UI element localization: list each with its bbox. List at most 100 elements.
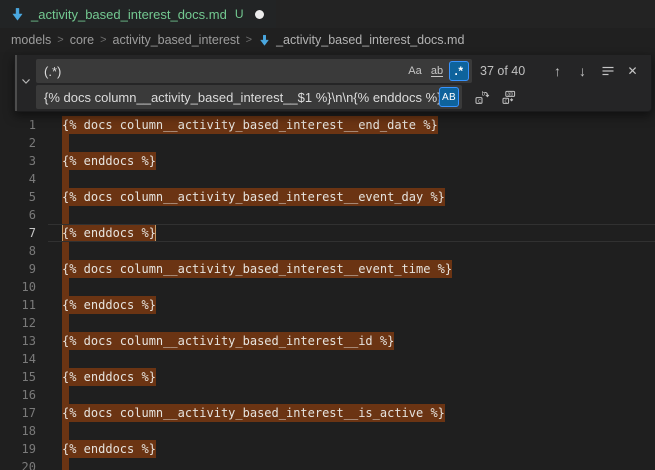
replace-value: {% docs column__activity_based_interest_… bbox=[44, 90, 439, 105]
replace-all-icon: abc bbox=[501, 89, 517, 105]
code-line-current[interactable]: 7 {% enddocs %} bbox=[0, 224, 655, 242]
code-line[interactable]: 15 {% enddocs %} bbox=[0, 368, 655, 386]
markdown-file-icon bbox=[258, 34, 271, 47]
line-number: 7 bbox=[0, 224, 36, 242]
code-line[interactable]: 5 {% docs column__activity_based_interes… bbox=[0, 188, 655, 206]
line-number: 19 bbox=[0, 440, 36, 458]
tab-filename: _activity_based_interest_docs.md bbox=[31, 7, 227, 22]
find-query: (.*) bbox=[44, 64, 405, 79]
find-match: {% enddocs %} bbox=[62, 440, 156, 458]
code-line[interactable]: 8 bbox=[0, 242, 655, 260]
code-line[interactable]: 2 bbox=[0, 134, 655, 152]
breadcrumb-filename: _activity_based_interest_docs.md bbox=[276, 33, 464, 47]
replace-all-button[interactable]: abc bbox=[498, 87, 519, 108]
code-line[interactable]: 10 bbox=[0, 278, 655, 296]
line-number: 5 bbox=[0, 188, 36, 206]
find-match: {% docs column__activity_based_interest_… bbox=[62, 260, 452, 278]
find-match bbox=[62, 242, 69, 260]
find-match: {% docs column__activity_based_interest_… bbox=[62, 116, 438, 134]
next-match-button[interactable]: ↓ bbox=[572, 61, 593, 82]
find-match: {% docs column__activity_based_interest_… bbox=[62, 188, 445, 206]
find-match: {% docs column__activity_based_interest_… bbox=[62, 404, 445, 422]
line-number: 1 bbox=[0, 116, 36, 134]
find-match: {% enddocs %} bbox=[62, 368, 156, 386]
find-match: {% enddocs %} bbox=[62, 296, 156, 314]
line-number: 9 bbox=[0, 260, 36, 278]
current-find-match: {% enddocs %} bbox=[62, 224, 156, 242]
breadcrumb: models > core > activity_based_interest … bbox=[0, 28, 655, 52]
svg-text:c: c bbox=[504, 99, 507, 105]
line-number: 20 bbox=[0, 458, 36, 470]
replace-input[interactable]: {% docs column__activity_based_interest_… bbox=[36, 85, 462, 109]
code-line[interactable]: 16 bbox=[0, 386, 655, 404]
line-number: 12 bbox=[0, 314, 36, 332]
tab-activity-docs[interactable]: _activity_based_interest_docs.md U bbox=[0, 0, 276, 28]
breadcrumb-models[interactable]: models bbox=[11, 33, 51, 47]
vscode-window: _activity_based_interest_docs.md U model… bbox=[0, 0, 655, 470]
find-match: {% docs column__activity_based_interest_… bbox=[62, 332, 394, 350]
code-line[interactable]: 1 {% docs column__activity_based_interes… bbox=[0, 116, 655, 134]
find-in-selection-icon bbox=[600, 63, 616, 79]
line-number: 2 bbox=[0, 134, 36, 152]
chevron-right-icon: > bbox=[94, 34, 112, 46]
code-line[interactable]: 4 bbox=[0, 170, 655, 188]
code-line[interactable]: 9 {% docs column__activity_based_interes… bbox=[0, 260, 655, 278]
line-number: 18 bbox=[0, 422, 36, 440]
breadcrumb-file[interactable]: _activity_based_interest_docs.md bbox=[258, 33, 464, 47]
preserve-case-button[interactable]: AB bbox=[439, 87, 459, 107]
close-button[interactable]: ✕ bbox=[622, 61, 643, 82]
line-number: 8 bbox=[0, 242, 36, 260]
line-number: 15 bbox=[0, 368, 36, 386]
find-match bbox=[62, 278, 69, 296]
find-match bbox=[62, 350, 69, 368]
line-number: 3 bbox=[0, 152, 36, 170]
editor: (.*) Aa ab .* 37 of 40 ↑ ↓ bbox=[0, 52, 655, 470]
chevron-right-icon: > bbox=[240, 34, 258, 46]
find-match: {% enddocs %} bbox=[62, 152, 156, 170]
replace-icon: cb bbox=[474, 89, 490, 105]
line-number: 6 bbox=[0, 206, 36, 224]
code-line[interactable]: 14 bbox=[0, 350, 655, 368]
replace-button[interactable]: cb bbox=[471, 87, 492, 108]
code-line[interactable]: 17 {% docs column__activity_based_intere… bbox=[0, 404, 655, 422]
code-line[interactable]: 20 bbox=[0, 458, 655, 470]
whole-word-button[interactable]: ab bbox=[427, 61, 447, 81]
replace-row: {% docs column__activity_based_interest_… bbox=[36, 85, 643, 109]
markdown-file-icon bbox=[10, 7, 25, 22]
breadcrumb-core[interactable]: core bbox=[70, 33, 94, 47]
chevron-right-icon: > bbox=[51, 34, 69, 46]
line-number: 4 bbox=[0, 170, 36, 188]
code-line[interactable]: 18 bbox=[0, 422, 655, 440]
code-line[interactable]: 19 {% enddocs %} bbox=[0, 440, 655, 458]
find-match bbox=[62, 170, 69, 188]
line-number: 13 bbox=[0, 332, 36, 350]
code-line[interactable]: 6 bbox=[0, 206, 655, 224]
find-replace-widget: (.*) Aa ab .* 37 of 40 ↑ ↓ bbox=[14, 55, 652, 112]
code-area: 1 {% docs column__activity_based_interes… bbox=[0, 116, 655, 470]
code-line[interactable]: 12 bbox=[0, 314, 655, 332]
git-status-badge: U bbox=[235, 7, 244, 21]
match-count: 37 of 40 bbox=[480, 64, 525, 78]
code-line[interactable]: 3 {% enddocs %} bbox=[0, 152, 655, 170]
line-number: 17 bbox=[0, 404, 36, 422]
previous-match-button[interactable]: ↑ bbox=[547, 61, 568, 82]
toggle-replace-button[interactable] bbox=[15, 55, 36, 111]
modified-dot[interactable] bbox=[255, 10, 264, 19]
code-line[interactable]: 13 {% docs column__activity_based_intere… bbox=[0, 332, 655, 350]
breadcrumb-activity-based-interest[interactable]: activity_based_interest bbox=[113, 33, 240, 47]
chevron-down-icon bbox=[19, 74, 33, 93]
find-input[interactable]: (.*) Aa ab .* bbox=[36, 59, 472, 83]
find-match bbox=[62, 206, 69, 224]
find-match bbox=[62, 458, 69, 470]
match-case-button[interactable]: Aa bbox=[405, 61, 425, 81]
line-number: 10 bbox=[0, 278, 36, 296]
svg-text:b: b bbox=[481, 91, 485, 97]
find-row: (.*) Aa ab .* 37 of 40 ↑ ↓ bbox=[36, 59, 643, 83]
line-number: 14 bbox=[0, 350, 36, 368]
findwidget-resize-sash[interactable] bbox=[15, 55, 17, 111]
regex-button[interactable]: .* bbox=[449, 61, 469, 81]
find-match bbox=[62, 386, 69, 404]
find-in-selection-button[interactable] bbox=[597, 61, 618, 82]
line-number: 11 bbox=[0, 296, 36, 314]
code-line[interactable]: 11 {% enddocs %} bbox=[0, 296, 655, 314]
